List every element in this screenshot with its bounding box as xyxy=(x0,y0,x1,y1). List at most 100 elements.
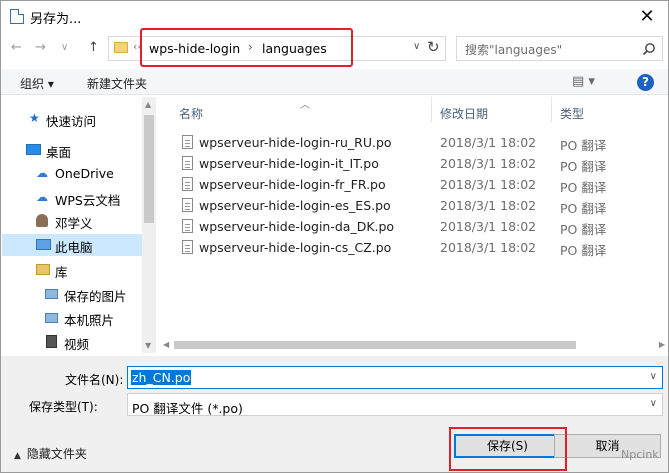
desktop-icon xyxy=(26,144,41,155)
command-bar: 组织 ▾ 新建文件夹 ▤ ▾ ? xyxy=(1,69,668,95)
scroll-down-icon[interactable]: ▼ xyxy=(145,341,151,350)
sidebar-item-onedrive[interactable]: ☁ OneDrive xyxy=(2,163,142,185)
address-dropdown-icon[interactable]: ∨ xyxy=(413,41,420,52)
search-placeholder: 搜索"languages" xyxy=(465,43,563,57)
up-folder-button[interactable]: ↑ xyxy=(88,40,99,55)
scroll-left-icon[interactable]: ◀ xyxy=(163,340,169,349)
file-name: wpserveur-hide-login-ru_RU.po xyxy=(199,135,392,150)
file-date: 2018/3/1 18:02 xyxy=(440,156,537,171)
sidebar-item-label: OneDrive xyxy=(55,166,114,181)
sidebar-item-label: 快速访问 xyxy=(46,114,97,129)
file-type: PO 翻译 xyxy=(560,180,607,195)
filename-value[interactable]: zh_CN.po xyxy=(131,370,192,385)
sidebar-item-desktop[interactable]: 桌面 xyxy=(2,139,142,161)
highlight-box-address xyxy=(140,28,353,67)
search-input[interactable]: 搜索"languages" xyxy=(456,36,663,61)
column-header-type[interactable]: 类型 xyxy=(560,105,584,122)
hide-folders-toggle[interactable]: ▲ 隐藏文件夹 xyxy=(14,445,87,462)
window-title: 另存为... xyxy=(30,12,82,27)
save-as-dialog: 另存为... ✕ ← → ∨ ↑ ‹‹ wps-hide-login › lan… xyxy=(0,0,669,473)
column-divider[interactable] xyxy=(551,97,552,123)
watermark: Npcink xyxy=(621,448,659,461)
sidebar-item-user[interactable]: 邓学义 xyxy=(2,210,142,232)
refresh-icon[interactable]: ↻ xyxy=(427,38,440,56)
column-header-date[interactable]: 修改日期 xyxy=(440,105,488,122)
file-icon xyxy=(182,219,193,233)
chevron-down-icon[interactable]: ∨ xyxy=(650,398,657,409)
hide-folders-label: 隐藏文件夹 xyxy=(26,447,87,461)
file-icon xyxy=(182,240,193,254)
file-row[interactable]: wpserveur-hide-login-ru_RU.po 2018/3/1 1… xyxy=(160,132,650,153)
library-icon xyxy=(36,264,50,275)
filename-field[interactable]: zh_CN.po ∨ xyxy=(127,366,663,389)
file-name: wpserveur-hide-login-es_ES.po xyxy=(199,198,391,213)
navigation-pane: ★ 快速访问 桌面 ☁ OneDrive ☁ WPS云文档 邓学义 此电脑 库 xyxy=(2,97,155,353)
file-type: PO 翻译 xyxy=(560,159,607,174)
file-type: PO 翻译 xyxy=(560,138,607,153)
folder-icon xyxy=(114,42,128,53)
new-folder-button[interactable]: 新建文件夹 xyxy=(87,75,147,92)
close-button[interactable]: ✕ xyxy=(627,4,667,30)
pictures-icon xyxy=(45,289,58,299)
sidebar-item-quick-access[interactable]: ★ 快速访问 xyxy=(2,108,142,130)
sidebar-item-label: 视频 xyxy=(64,337,90,352)
back-button[interactable]: ← xyxy=(11,40,22,55)
file-name: wpserveur-hide-login-fr_FR.po xyxy=(199,177,386,192)
chevron-down-icon[interactable]: ∨ xyxy=(650,371,657,382)
sidebar-scrollbar[interactable]: ▲ ▼ xyxy=(142,97,156,353)
file-row[interactable]: wpserveur-hide-login-es_ES.po 2018/3/1 1… xyxy=(160,195,650,216)
sidebar-item-saved-pictures[interactable]: 保存的图片 xyxy=(2,283,142,305)
highlight-box-save xyxy=(449,427,567,471)
sidebar-item-label: 此电脑 xyxy=(55,240,93,255)
file-name: wpserveur-hide-login-cs_CZ.po xyxy=(199,240,392,255)
view-options-icon[interactable]: ▤ ▾ xyxy=(572,74,595,89)
filetype-value: PO 翻译文件 (*.po) xyxy=(132,401,243,416)
sort-indicator-icon: ︿ xyxy=(300,100,310,111)
filetype-select[interactable]: PO 翻译文件 (*.po) ∨ xyxy=(127,393,663,416)
sidebar-item-this-pc[interactable]: 此电脑 xyxy=(2,234,142,256)
file-date: 2018/3/1 18:02 xyxy=(440,219,537,234)
sidebar-item-wps-cloud[interactable]: ☁ WPS云文档 xyxy=(2,187,142,209)
filename-label: 文件名(N): xyxy=(65,373,124,387)
file-list: ︿ 名称 修改日期 类型 wpserveur-hide-login-ru_RU.… xyxy=(160,97,668,353)
horizontal-scrollbar[interactable]: ◀ ▶ xyxy=(160,337,668,353)
file-row[interactable]: wpserveur-hide-login-it_IT.po 2018/3/1 1… xyxy=(160,153,650,174)
file-name: wpserveur-hide-login-da_DK.po xyxy=(199,219,395,234)
file-icon xyxy=(182,135,193,149)
file-name: wpserveur-hide-login-it_IT.po xyxy=(199,156,379,171)
file-type: PO 翻译 xyxy=(560,201,607,216)
file-date: 2018/3/1 18:02 xyxy=(440,240,537,255)
pictures-icon xyxy=(45,313,58,323)
column-divider[interactable] xyxy=(431,97,432,123)
file-row[interactable]: wpserveur-hide-login-da_DK.po 2018/3/1 1… xyxy=(160,216,650,237)
file-row[interactable]: wpserveur-hide-login-cs_CZ.po 2018/3/1 1… xyxy=(160,237,650,258)
sidebar-item-label: 本机照片 xyxy=(64,313,115,328)
file-date: 2018/3/1 18:02 xyxy=(440,177,537,192)
forward-button[interactable]: → xyxy=(35,40,46,55)
cloud-icon: ☁ xyxy=(36,190,48,204)
sidebar-item-label: 保存的图片 xyxy=(64,289,127,304)
column-header-name[interactable]: 名称 xyxy=(179,105,203,122)
search-icon[interactable] xyxy=(642,42,656,56)
file-icon xyxy=(182,156,193,170)
scroll-up-icon[interactable]: ▲ xyxy=(145,100,151,109)
file-type: PO 翻译 xyxy=(560,222,607,237)
sidebar-item-libraries[interactable]: 库 xyxy=(2,259,142,281)
file-icon xyxy=(182,177,193,191)
scrollbar-thumb[interactable] xyxy=(174,341,576,349)
user-icon xyxy=(36,214,48,227)
help-icon[interactable]: ? xyxy=(637,74,654,91)
scroll-right-icon[interactable]: ▶ xyxy=(659,340,665,349)
recent-locations-dropdown[interactable]: ∨ xyxy=(61,42,68,53)
cloud-icon: ☁ xyxy=(36,166,48,180)
sidebar-item-label: 库 xyxy=(55,265,68,280)
save-options-panel: 文件名(N): zh_CN.po ∨ 保存类型(T): PO 翻译文件 (*.p… xyxy=(1,356,668,472)
organize-button[interactable]: 组织 ▾ xyxy=(20,75,54,92)
sidebar-item-camera-roll[interactable]: 本机照片 xyxy=(2,307,142,329)
sidebar-item-label: WPS云文档 xyxy=(55,193,121,208)
file-type: PO 翻译 xyxy=(560,243,607,258)
scrollbar-thumb[interactable] xyxy=(144,115,154,223)
sidebar-item-videos[interactable]: 视频 xyxy=(2,331,142,353)
file-row[interactable]: wpserveur-hide-login-fr_FR.po 2018/3/1 1… xyxy=(160,174,650,195)
sidebar-item-label: 邓学义 xyxy=(55,216,93,231)
